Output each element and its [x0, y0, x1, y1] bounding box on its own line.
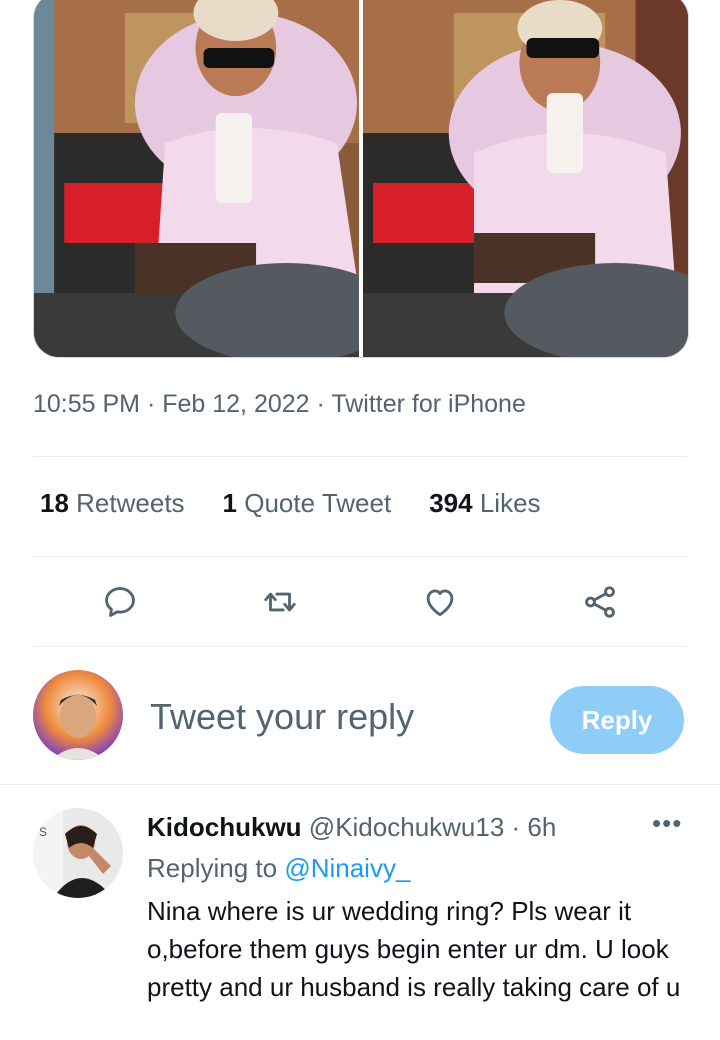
- tweet-timestamp[interactable]: 10:55 PM · Feb 12, 2022 · Twitter for iP…: [33, 390, 526, 419]
- retweets-count: 18: [40, 488, 69, 518]
- tweet-media-grid: [33, 0, 689, 358]
- reply-button[interactable]: [98, 580, 142, 624]
- divider: [33, 646, 687, 647]
- more-options-icon[interactable]: •••: [652, 808, 682, 839]
- reply-author-handle-time: @Kidochukwu13 · 6h: [308, 812, 557, 842]
- likes-label: Likes: [479, 488, 541, 518]
- divider: [33, 456, 687, 457]
- like-button[interactable]: [418, 580, 462, 624]
- reply-submit-button[interactable]: Reply: [550, 686, 684, 754]
- like-icon: [426, 589, 454, 617]
- share-button[interactable]: [578, 580, 622, 624]
- reply-composer: Tweet your reply Reply: [0, 668, 720, 768]
- replying-to-mention[interactable]: @Ninaivy_: [284, 853, 410, 883]
- retweets-label: Retweets: [76, 488, 185, 518]
- likes-count: 394: [429, 488, 473, 518]
- reply-text: Nina where is ur wedding ring? Pls wear …: [147, 896, 681, 1002]
- divider: [0, 784, 720, 785]
- share-icon: [585, 586, 615, 618]
- quotes-count: 1: [222, 488, 238, 518]
- replying-to-label: Replying to: [147, 853, 278, 883]
- replying-to: Replying to @Ninaivy_: [147, 853, 410, 884]
- retweet-button[interactable]: [258, 580, 302, 624]
- retweet-icon: [264, 592, 296, 612]
- divider: [33, 556, 687, 557]
- tweet-photo-1[interactable]: [34, 0, 359, 357]
- reply-author-name[interactable]: Kidochukwu: [147, 812, 302, 842]
- svg-text:S: S: [39, 825, 47, 839]
- likes-stat[interactable]: 394 Likes: [429, 488, 540, 519]
- reply-author-avatar[interactable]: S: [33, 808, 123, 898]
- user-avatar[interactable]: [33, 670, 123, 760]
- retweets-stat[interactable]: 18 Retweets: [40, 488, 185, 519]
- tweet-photo-2[interactable]: [363, 0, 688, 357]
- reply-input[interactable]: Tweet your reply: [150, 696, 414, 738]
- reply-header: Kidochukwu @Kidochukwu13 · 6h: [147, 812, 556, 843]
- reply-icon: [105, 587, 135, 617]
- tweet-stats: 18 Retweets 1 Quote Tweet 394 Likes: [40, 488, 541, 519]
- tweet-action-bar: [33, 580, 687, 626]
- quotes-label: Quote Tweet: [244, 488, 392, 518]
- quotes-stat[interactable]: 1 Quote Tweet: [223, 488, 392, 519]
